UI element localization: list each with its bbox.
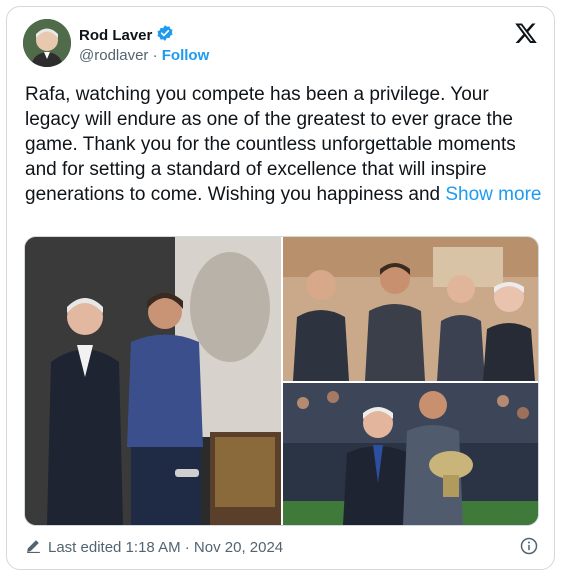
- media-grid: [24, 236, 539, 526]
- last-edited-timestamp[interactable]: Last edited 1:18 AM · Nov 20, 2024: [48, 539, 283, 556]
- author-handle-row: @rodlaver · Follow: [79, 47, 209, 64]
- show-more-link[interactable]: Show more: [445, 184, 541, 205]
- info-icon[interactable]: [520, 537, 538, 555]
- tweet-text: Rafa, watching you compete has been a pr…: [25, 82, 545, 207]
- avatar[interactable]: [23, 19, 71, 67]
- pencil-icon: [25, 537, 48, 558]
- tweet-footer: Last edited 1:18 AM · Nov 20, 2024: [25, 537, 540, 558]
- photo-laver-nadal-stage[interactable]: [25, 237, 281, 525]
- follow-button[interactable]: Follow: [162, 47, 210, 64]
- photo-laver-nadal-trophy[interactable]: [283, 383, 538, 525]
- verified-badge-icon: [156, 24, 174, 47]
- x-logo-icon[interactable]: [514, 21, 538, 45]
- author-handle[interactable]: @rodlaver: [79, 47, 148, 64]
- author-name[interactable]: Rod Laver: [79, 27, 152, 44]
- author-name-row: Rod Laver: [79, 24, 174, 47]
- photo-federer-nadal-borg-laver[interactable]: [283, 237, 538, 381]
- separator-dot: ·: [152, 47, 158, 64]
- tweet-body: Rafa, watching you compete has been a pr…: [25, 84, 516, 205]
- tweet-card: Rod Laver @rodlaver · Follow Rafa, watch…: [6, 6, 555, 570]
